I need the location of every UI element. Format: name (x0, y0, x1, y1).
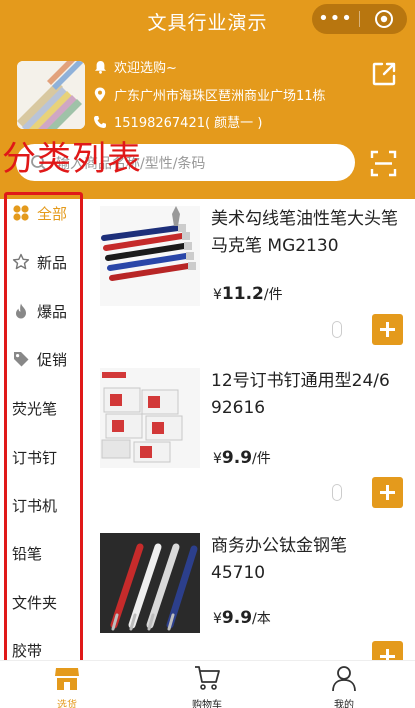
marker-pens-image (100, 206, 200, 306)
product-price: ¥11.2/件 (213, 284, 283, 304)
phone-text: 15198267421( 颜慧一 ) (114, 116, 263, 131)
share-icon (372, 62, 396, 86)
staples-boxes-image (100, 368, 200, 468)
greeting-text: 欢迎选购~ (114, 61, 177, 76)
address-text: 广东广州市海珠区琶洲商业广场11栋 (114, 89, 326, 104)
product-price: ¥9.9/件 (213, 448, 271, 468)
tab-label: 我的 (334, 700, 354, 708)
product-price: ¥9.9/本 (213, 608, 271, 628)
product-image (100, 368, 200, 468)
add-to-cart-button[interactable] (372, 477, 403, 508)
more-button[interactable]: ••• (312, 4, 359, 34)
shop-icon (55, 668, 79, 690)
product-image (100, 533, 200, 633)
store-logo (17, 61, 85, 129)
scan-button[interactable] (370, 150, 397, 177)
tab-cart[interactable]: 购物车 (162, 661, 252, 708)
tab-mine[interactable]: 我的 (299, 661, 389, 708)
bell-icon (92, 59, 108, 75)
tab-label: 购物车 (192, 700, 222, 708)
annotation-highlight-box (4, 192, 83, 672)
tab-shop[interactable]: 选货 (22, 661, 112, 708)
product-name: 12号订书钉通用型24/6 92616 (211, 371, 390, 418)
annotation-category-list: 分类列表 (2, 139, 142, 179)
share-button[interactable] (370, 60, 398, 88)
product-name: 美术勾线笔油性笔大头笔马克笔 MG2130 (211, 209, 398, 256)
tab-label: 选货 (57, 700, 77, 708)
close-target-button[interactable] (360, 4, 407, 34)
fountain-pens-image (100, 533, 200, 633)
product-card[interactable]: 商务办公钛金钢笔 45710 ¥9.9/本 (100, 533, 405, 672)
quantity-zero (332, 484, 342, 501)
cart-icon (195, 666, 220, 690)
quantity-zero (332, 321, 342, 338)
scan-icon (370, 150, 397, 177)
user-icon (332, 666, 356, 692)
product-name: 商务办公钛金钢笔 45710 (211, 536, 347, 583)
address-row: 广东广州市海珠区琶洲商业广场11栋 (92, 85, 326, 104)
greeting-row: 欢迎选购~ (92, 57, 177, 76)
product-image (100, 206, 200, 306)
phone-row[interactable]: 15198267421( 颜慧一 ) (92, 112, 262, 131)
product-card[interactable]: 美术勾线笔油性笔大头笔马克笔 MG2130 ¥11.2/件 (100, 206, 405, 356)
phone-icon (92, 114, 108, 130)
add-to-cart-button[interactable] (372, 314, 403, 345)
target-icon (374, 10, 393, 28)
location-pin-icon (92, 87, 108, 103)
mini-program-capsule: ••• (312, 4, 407, 34)
bottom-tab-bar: 选货 购物车 我的 (0, 660, 415, 708)
pencils-image (17, 61, 85, 129)
product-card[interactable]: 12号订书钉通用型24/6 92616 ¥9.9/件 (100, 368, 405, 518)
